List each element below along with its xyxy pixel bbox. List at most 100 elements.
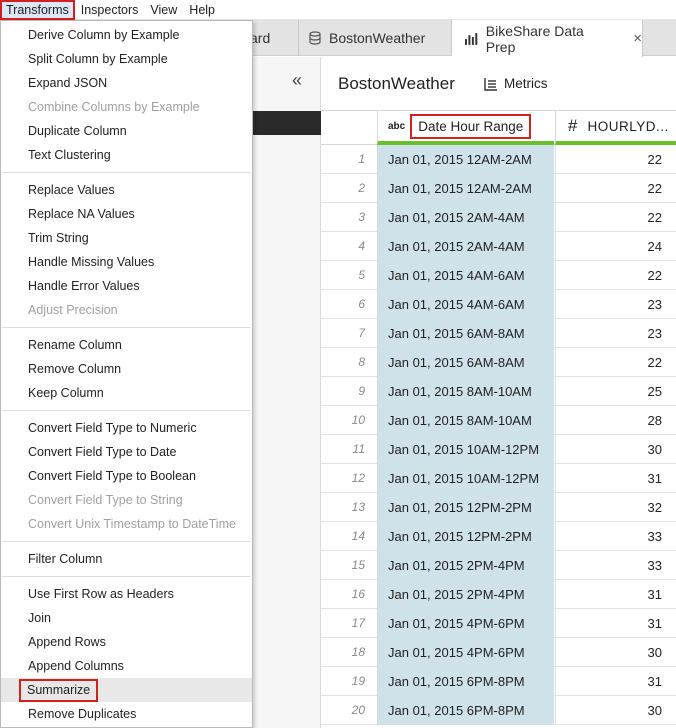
cell-date-hour-range[interactable]: Jan 01, 2015 2AM-4AM xyxy=(377,232,554,261)
cell-hourlyd[interactable]: 22 xyxy=(555,203,676,232)
metrics-button[interactable]: Metrics xyxy=(484,76,548,91)
menu-item-label: Convert Field Type to Boolean xyxy=(28,469,196,483)
cell-hourlyd[interactable]: 31 xyxy=(555,580,676,609)
menu-transforms[interactable]: Transforms xyxy=(0,0,75,20)
cell-date-hour-range[interactable]: Jan 01, 2015 10AM-12PM xyxy=(377,464,554,493)
menu-item-handle-error-values[interactable]: Handle Error Values xyxy=(1,274,252,298)
cell-date-hour-range[interactable]: Jan 01, 2015 4AM-6AM xyxy=(377,261,554,290)
cell-date-hour-range[interactable]: Jan 01, 2015 4AM-6AM xyxy=(377,290,554,319)
cell-hourlyd[interactable]: 31 xyxy=(555,464,676,493)
menu-item-label: Join xyxy=(28,611,51,625)
menu-item-replace-na-values[interactable]: Replace NA Values xyxy=(1,202,252,226)
cell-hourlyd[interactable]: 33 xyxy=(555,551,676,580)
cell-hourlyd[interactable]: 22 xyxy=(555,348,676,377)
cell-hourlyd[interactable]: 30 xyxy=(555,696,676,725)
menu-item-join[interactable]: Join xyxy=(1,606,252,630)
menu-item-convert-field-type-to-numeric[interactable]: Convert Field Type to Numeric xyxy=(1,416,252,440)
menu-separator xyxy=(2,327,251,328)
cell-date-hour-range[interactable]: Jan 01, 2015 4PM-6PM xyxy=(377,609,554,638)
cell-hourlyd[interactable]: 22 xyxy=(555,145,676,174)
cell-date-hour-range[interactable]: Jan 01, 2015 2PM-4PM xyxy=(377,551,554,580)
menu-item-label: Trim String xyxy=(28,231,89,245)
menu-item-label: Remove Column xyxy=(28,362,122,376)
menu-item-replace-values[interactable]: Replace Values xyxy=(1,178,252,202)
menu-separator xyxy=(2,576,251,577)
menu-item-filter-column[interactable]: Filter Column xyxy=(1,547,252,571)
menu-item-label: Append Columns xyxy=(28,659,124,673)
cell-date-hour-range[interactable]: Jan 01, 2015 8AM-10AM xyxy=(377,377,554,406)
menu-item-remove-column[interactable]: Remove Column xyxy=(1,357,252,381)
menu-item-keep-column[interactable]: Keep Column xyxy=(1,381,252,405)
table-row: 13 Jan 01, 2015 12PM-2PM 32 xyxy=(321,493,676,522)
column-header-date-hour-range[interactable]: abc Date Hour Range xyxy=(377,111,554,145)
table-row: 7 Jan 01, 2015 6AM-8AM 23 xyxy=(321,319,676,348)
menu-item-trim-string[interactable]: Trim String xyxy=(1,226,252,250)
cell-date-hour-range[interactable]: Jan 01, 2015 10AM-12PM xyxy=(377,435,554,464)
menu-help[interactable]: Help xyxy=(183,0,221,20)
cell-hourlyd[interactable]: 31 xyxy=(555,667,676,696)
menu-inspectors[interactable]: Inspectors xyxy=(75,0,145,20)
menu-item-convert-field-type-to-boolean[interactable]: Convert Field Type to Boolean xyxy=(1,464,252,488)
menu-item-label: Handle Missing Values xyxy=(28,255,155,269)
cell-date-hour-range[interactable]: Jan 01, 2015 4PM-6PM xyxy=(377,638,554,667)
menu-separator xyxy=(2,541,251,542)
cell-date-hour-range[interactable]: Jan 01, 2015 6AM-8AM xyxy=(377,348,554,377)
row-number: 19 xyxy=(351,674,365,688)
column-name[interactable]: HOURLYD... xyxy=(587,119,668,134)
cell-date-hour-range[interactable]: Jan 01, 2015 12AM-2AM xyxy=(377,174,554,203)
collapse-pane-icon[interactable]: « xyxy=(292,70,302,91)
cell-hourlyd[interactable]: 31 xyxy=(555,609,676,638)
cell-hourlyd[interactable]: 24 xyxy=(555,232,676,261)
cell-hourlyd[interactable]: 22 xyxy=(555,174,676,203)
menu-item-remove-duplicates[interactable]: Remove Duplicates xyxy=(1,702,252,726)
cell-date-hour-range[interactable]: Jan 01, 2015 8AM-10AM xyxy=(377,406,554,435)
close-icon[interactable]: × xyxy=(633,30,642,47)
table-row: 1 Jan 01, 2015 12AM-2AM 22 xyxy=(321,145,676,174)
cell-date-hour-range[interactable]: Jan 01, 2015 12AM-2AM xyxy=(377,145,554,174)
cell-date-hour-range[interactable]: Jan 01, 2015 12PM-2PM xyxy=(377,522,554,551)
menu-item-handle-missing-values[interactable]: Handle Missing Values xyxy=(1,250,252,274)
menu-item-label: Expand JSON xyxy=(28,76,108,90)
tab-bostonweather[interactable]: BostonWeather xyxy=(299,20,452,56)
cell-hourlyd[interactable]: 25 xyxy=(555,377,676,406)
grid-rows: 1 Jan 01, 2015 12AM-2AM 22 2 Jan 01, 2015 12… xyxy=(321,145,676,725)
menu-item-convert-field-type-to-date[interactable]: Convert Field Type to Date xyxy=(1,440,252,464)
menu-item-append-columns[interactable]: Append Columns xyxy=(1,654,252,678)
cell-hourlyd[interactable]: 30 xyxy=(555,638,676,667)
menu-item-use-first-row-as-headers[interactable]: Use First Row as Headers xyxy=(1,582,252,606)
menu-view[interactable]: View xyxy=(144,0,183,20)
menu-item-text-clustering[interactable]: Text Clustering xyxy=(1,143,252,167)
menu-item-expand-json[interactable]: Expand JSON xyxy=(1,71,252,95)
menu-item-rename-column[interactable]: Rename Column xyxy=(1,333,252,357)
table-row: 19 Jan 01, 2015 6PM-8PM 31 xyxy=(321,667,676,696)
cell-date-hour-range[interactable]: Jan 01, 2015 12PM-2PM xyxy=(377,493,554,522)
cell-hourlyd[interactable]: 30 xyxy=(555,435,676,464)
menu-item-derive-column-by-example[interactable]: Derive Column by Example xyxy=(1,23,252,47)
menu-item-duplicate-column[interactable]: Duplicate Column xyxy=(1,119,252,143)
cell-hourlyd[interactable]: 28 xyxy=(555,406,676,435)
row-number: 20 xyxy=(351,703,365,717)
column-name[interactable]: Date Hour Range xyxy=(410,113,532,139)
cell-date-hour-range[interactable]: Jan 01, 2015 6AM-8AM xyxy=(377,319,554,348)
cell-date-hour-range[interactable]: Jan 01, 2015 6PM-8PM xyxy=(377,667,554,696)
menu-item-label: Filter Column xyxy=(28,552,103,566)
table-row: 18 Jan 01, 2015 4PM-6PM 30 xyxy=(321,638,676,667)
cell-date-hour-range[interactable]: Jan 01, 2015 6PM-8PM xyxy=(377,696,554,725)
table-row: 16 Jan 01, 2015 2PM-4PM 31 xyxy=(321,580,676,609)
cell-hourlyd[interactable]: 22 xyxy=(555,261,676,290)
table-row: 2 Jan 01, 2015 12AM-2AM 22 xyxy=(321,174,676,203)
menu-item-append-rows[interactable]: Append Rows xyxy=(1,630,252,654)
column-header-hourlyd[interactable]: # HOURLYD... xyxy=(555,111,676,145)
cell-hourlyd[interactable]: 33 xyxy=(555,522,676,551)
cell-hourlyd[interactable]: 23 xyxy=(555,290,676,319)
menu-item-summarize[interactable]: Summarize xyxy=(1,678,252,702)
cell-hourlyd[interactable]: 32 xyxy=(555,493,676,522)
selected-step-bar[interactable] xyxy=(252,111,321,135)
cell-date-hour-range[interactable]: Jan 01, 2015 2PM-4PM xyxy=(377,580,554,609)
tab-bikeshare-data-prep[interactable]: BikeShare Data Prep × xyxy=(452,20,643,57)
table-row: 14 Jan 01, 2015 12PM-2PM 33 xyxy=(321,522,676,551)
table-row: 6 Jan 01, 2015 4AM-6AM 23 xyxy=(321,290,676,319)
cell-date-hour-range[interactable]: Jan 01, 2015 2AM-4AM xyxy=(377,203,554,232)
menu-item-split-column-by-example[interactable]: Split Column by Example xyxy=(1,47,252,71)
cell-hourlyd[interactable]: 23 xyxy=(555,319,676,348)
